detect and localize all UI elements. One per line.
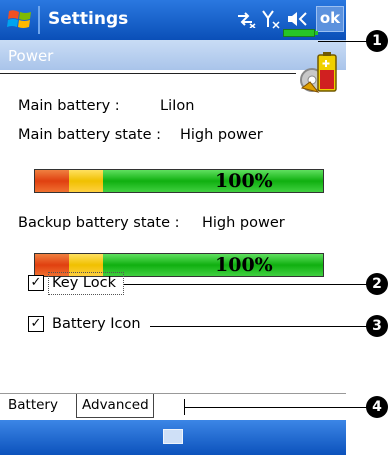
ok-button[interactable]: ok xyxy=(316,6,344,32)
main-battery-percent: 100% xyxy=(215,170,273,192)
callout-1-marker: 1 xyxy=(366,30,388,52)
tab-battery[interactable]: Battery xyxy=(8,394,76,418)
connectivity-icon[interactable] xyxy=(236,10,256,28)
key-lock-label[interactable]: Key Lock xyxy=(52,275,116,291)
battery-status-icon-cap xyxy=(315,31,318,35)
callout-3-leader xyxy=(150,326,370,327)
volume-icon[interactable] xyxy=(286,10,310,28)
page-title: Power xyxy=(8,47,54,65)
power-settings-icon xyxy=(300,52,337,93)
battery-low-segment xyxy=(35,170,69,192)
battery-high-segment: 100% xyxy=(103,254,323,276)
callout-2-marker: 2 xyxy=(366,273,388,295)
window-title: Settings xyxy=(48,9,129,29)
callout-4-leader xyxy=(184,407,370,408)
windows-start-icon[interactable] xyxy=(6,6,34,34)
backup-battery-state: High power xyxy=(202,215,285,231)
battery-icon-checkbox[interactable]: ✓ xyxy=(28,316,44,332)
signal-icon[interactable] xyxy=(261,9,281,29)
main-battery-state-label: Main battery state : xyxy=(18,127,161,143)
menu-bar xyxy=(0,420,346,455)
title-separator xyxy=(38,6,40,34)
battery-status-icon xyxy=(283,29,315,37)
callout-1-leader xyxy=(318,41,370,42)
battery-high-segment: 100% xyxy=(103,170,323,192)
page-header: Power xyxy=(0,40,346,70)
title-bar: Settings ok xyxy=(0,0,346,40)
keyboard-icon[interactable] xyxy=(163,429,183,444)
main-battery-type: LiIon xyxy=(160,98,195,114)
tab-advanced[interactable]: Advanced xyxy=(76,394,154,418)
battery-mid-segment xyxy=(69,170,103,192)
callout-3-marker: 3 xyxy=(366,315,388,337)
battery-icon-label[interactable]: Battery Icon xyxy=(52,316,141,332)
backup-battery-state-label: Backup battery state : xyxy=(18,215,180,231)
main-battery-label: Main battery : xyxy=(18,98,120,114)
backup-battery-percent: 100% xyxy=(215,254,273,276)
header-divider xyxy=(0,73,296,74)
main-battery-level-bar: 100% xyxy=(34,169,324,193)
main-battery-state: High power xyxy=(180,127,263,143)
callout-4-marker: 4 xyxy=(366,396,388,418)
key-lock-checkbox[interactable]: ✓ xyxy=(28,275,44,291)
callout-2-leader xyxy=(124,284,370,285)
